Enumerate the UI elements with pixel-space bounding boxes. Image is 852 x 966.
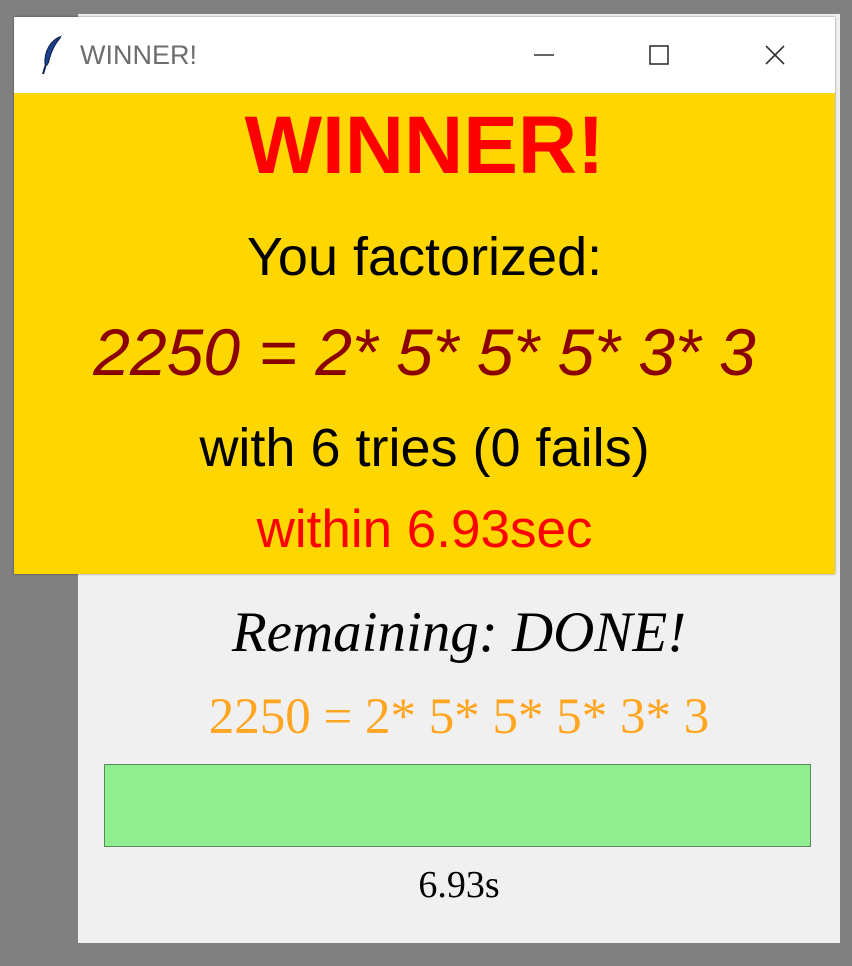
maximize-button[interactable]	[601, 17, 716, 93]
minimize-button[interactable]	[486, 17, 601, 93]
maximize-icon	[648, 45, 669, 65]
close-button[interactable]	[717, 17, 832, 93]
dialog-titlebar[interactable]: WINNER!	[14, 17, 835, 93]
minimize-icon	[533, 54, 554, 56]
dialog-title: WINNER!	[80, 40, 197, 70]
winner-heading: WINNER!	[244, 100, 605, 191]
completion-time: within 6.93sec	[256, 500, 593, 559]
elapsed-time: 6.93s	[418, 864, 500, 906]
factorized-label: You factorized:	[246, 227, 603, 287]
factorization-equation: 2250 = 2* 5* 5* 5* 3* 3	[208, 689, 710, 745]
tries-summary: with 6 tries (0 fails)	[199, 418, 650, 478]
close-icon	[764, 45, 785, 65]
winner-dialog: WINNER! WINNER! You factorized: 2250 = 2…	[14, 17, 835, 574]
progress-bar-fill	[105, 765, 810, 846]
remaining-status: Remaining: DONE!	[231, 601, 687, 664]
factorized-equation: 2250 = 2* 5* 5* 5* 3* 3	[93, 315, 756, 389]
progress-bar	[104, 764, 811, 847]
feather-icon	[40, 34, 66, 76]
